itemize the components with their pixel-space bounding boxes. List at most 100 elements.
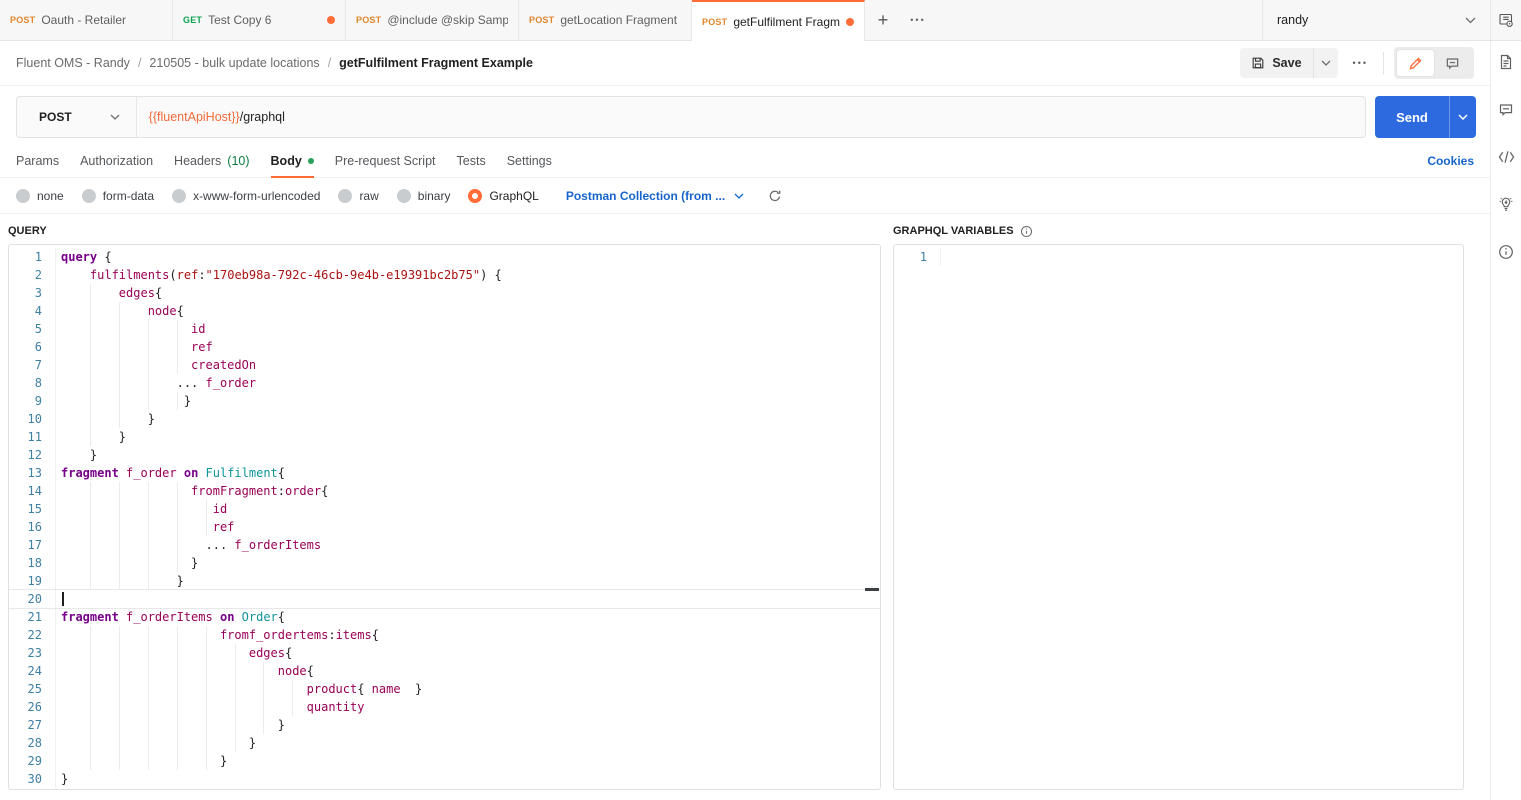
body-type-radio-none[interactable]: none (16, 188, 64, 203)
code-line[interactable]: 19 } (9, 572, 880, 590)
code-line[interactable]: 7 createdOn (9, 356, 880, 374)
graphql-query-editor[interactable]: 1 query {2 fulfilments(ref:"170eb98a-792c… (8, 244, 881, 790)
subtab-body[interactable]: Body (270, 145, 314, 178)
line-number: 24 (9, 662, 56, 680)
code-icon[interactable] (1498, 150, 1515, 164)
comment-mode-button[interactable] (1434, 50, 1471, 76)
lightbulb-icon[interactable] (1498, 196, 1514, 212)
code-line[interactable]: 25 product{ name } (9, 680, 880, 698)
code-line[interactable]: 11 } (9, 428, 880, 446)
graphql-variables-editor[interactable]: 1 (893, 244, 1464, 790)
request-tab[interactable]: POST getLocation Fragment E (519, 0, 692, 40)
more-actions-button[interactable]: ••• (1348, 58, 1373, 68)
code-line[interactable]: 29 } (9, 752, 880, 770)
code-line[interactable]: 22 fromf_ordertems:items{ (9, 626, 880, 644)
code-line[interactable]: 5 id (9, 320, 880, 338)
code-line[interactable]: 15 id (9, 500, 880, 518)
subtab-label: Authorization (80, 153, 154, 168)
code-line[interactable]: 21 fragment f_orderItems on Order{ (9, 608, 880, 626)
subtab-authorization[interactable]: Authorization (80, 145, 153, 178)
subtab-params[interactable]: Params (16, 145, 59, 178)
request-tab[interactable]: GET Test Copy 6 (173, 0, 346, 40)
subtab-pre-request-script[interactable]: Pre-request Script (335, 145, 436, 178)
body-type-radio-form-data[interactable]: form-data (81, 188, 154, 203)
line-number: 3 (9, 284, 56, 302)
comment-icon[interactable] (1498, 102, 1514, 118)
request-tab[interactable]: POST getFulfilment Fragme (692, 0, 865, 41)
code-line[interactable]: 4 node{ (9, 302, 880, 320)
code-line[interactable]: 24 node{ (9, 662, 880, 680)
code-line[interactable]: 1 query { (9, 248, 880, 266)
tab-options-button[interactable]: ••• (901, 0, 935, 40)
code-line[interactable]: 17 ... f_orderItems (9, 536, 880, 554)
radio-icon (338, 188, 353, 203)
code-line[interactable]: 6 ref (9, 338, 880, 356)
subtab-headers[interactable]: Headers (10) (174, 145, 249, 178)
code-text: quantity (56, 698, 880, 716)
tab-method-label: POST (10, 15, 36, 25)
code-line[interactable]: 13 fragment f_order on Fulfilment{ (9, 464, 880, 482)
code-line[interactable]: 10 } (9, 410, 880, 428)
code-text: } (56, 734, 880, 752)
subtab-tests[interactable]: Tests (457, 145, 486, 178)
body-type-radio-x-www-form-urlencoded[interactable]: x-www-form-urlencoded (172, 188, 320, 203)
unsaved-changes-dot (327, 16, 335, 24)
code-line[interactable]: 9 } (9, 392, 880, 410)
workspace-name: randy (1277, 13, 1309, 27)
code-line[interactable]: 18 } (9, 554, 880, 572)
line-number: 29 (9, 752, 56, 770)
info-icon[interactable] (1498, 244, 1514, 260)
send-button[interactable]: Send (1375, 96, 1449, 138)
environment-quick-look-button[interactable] (1490, 0, 1521, 40)
save-button-group: Save (1240, 48, 1338, 78)
code-line[interactable]: 1 (894, 248, 1463, 266)
subtab-label: Params (16, 153, 60, 168)
line-number: 9 (9, 392, 56, 410)
code-text: createdOn (56, 356, 880, 374)
line-number: 17 (9, 536, 56, 554)
variables-label-text: GRAPHQL VARIABLES (893, 225, 1014, 237)
subtab-label: Pre-request Script (334, 153, 436, 168)
code-line[interactable]: 20 (9, 590, 880, 608)
line-number: 26 (9, 698, 56, 716)
code-line[interactable]: 14 fromFragment:order{ (9, 482, 880, 500)
code-text: ... f_order (56, 374, 880, 392)
schema-dropdown[interactable]: Postman Collection (from ... (566, 189, 744, 203)
code-line[interactable]: 30} (9, 770, 880, 788)
breadcrumb-item[interactable]: 210505 - bulk update locations (149, 56, 319, 70)
method-select[interactable]: POST (17, 97, 137, 137)
code-line[interactable]: 23 edges{ (9, 644, 880, 662)
body-type-radio-graphql[interactable]: GraphQL (468, 188, 539, 203)
refresh-schema-button[interactable] (768, 189, 782, 203)
send-options-button[interactable] (1449, 96, 1476, 138)
radio-label: GraphQL (489, 188, 539, 203)
code-text: fulfilments(ref:"170eb98a-792c-46cb-9e4b… (89, 268, 502, 282)
request-tab[interactable]: POST Oauth - Retailer (0, 0, 173, 40)
code-line[interactable]: 12 } (9, 446, 880, 464)
code-line[interactable]: 3 edges{ (9, 284, 880, 302)
line-number: 21 (9, 608, 56, 626)
edit-mode-button[interactable] (1397, 50, 1434, 76)
code-line[interactable]: 28 } (9, 734, 880, 752)
url-input[interactable]: {{fluentApiHost}}/graphql (137, 110, 285, 124)
code-line[interactable]: 8 ... f_order (9, 374, 880, 392)
save-options-button[interactable] (1312, 48, 1338, 78)
request-tab[interactable]: POST @include @skip Sample (346, 0, 519, 40)
line-number: 10 (9, 410, 56, 428)
code-line[interactable]: 27 } (9, 716, 880, 734)
body-type-radio-raw[interactable]: raw (338, 188, 379, 203)
code-line[interactable]: 26 quantity (9, 698, 880, 716)
workspace-switcher[interactable]: randy (1262, 0, 1490, 40)
breadcrumb-item[interactable]: Fluent OMS - Randy (16, 56, 130, 70)
new-tab-button[interactable]: + (865, 0, 901, 40)
code-text: ... f_orderItems (56, 536, 880, 554)
line-number: 2 (9, 266, 56, 284)
documentation-icon[interactable] (1498, 54, 1514, 70)
code-line[interactable]: 2 fulfilments(ref:"170eb98a-792c-46cb-9e… (9, 266, 880, 284)
save-button[interactable]: Save (1240, 48, 1312, 78)
code-line[interactable]: 16 ref (9, 518, 880, 536)
subtab-settings[interactable]: Settings (507, 145, 552, 178)
cookies-link[interactable]: Cookies (1427, 154, 1474, 168)
body-type-radio-binary[interactable]: binary (396, 188, 450, 203)
code-text: } (56, 428, 880, 446)
